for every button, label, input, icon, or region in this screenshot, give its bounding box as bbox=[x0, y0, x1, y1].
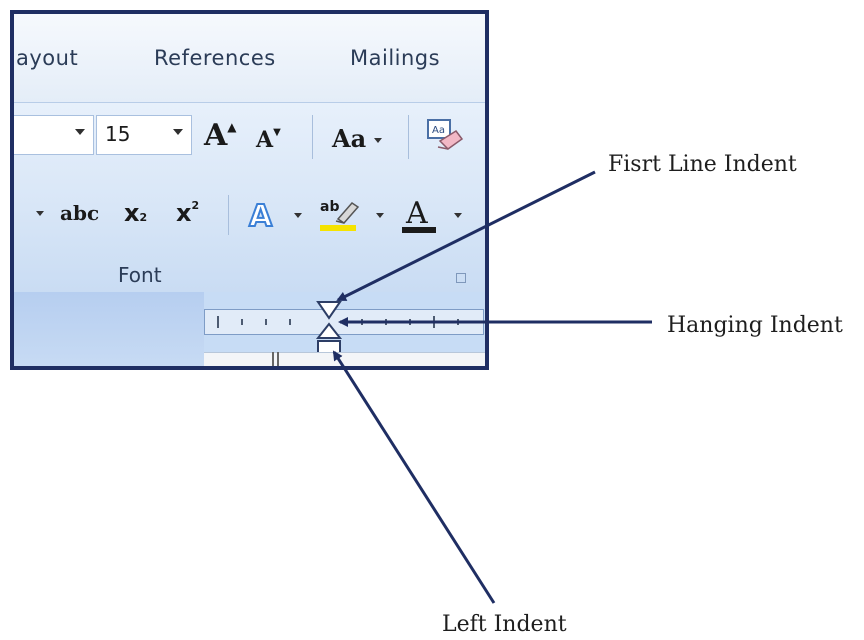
left-indent-label: Left Indent bbox=[442, 612, 567, 637]
hanging-indent-label: Hanging Indent bbox=[667, 313, 843, 338]
first-line-indent-label: Fisrt Line Indent bbox=[608, 152, 797, 177]
left-indent-arrow bbox=[332, 350, 496, 604]
annotated-figure: ayout References Mailings 15 A▲ A▼ Aa Aa… bbox=[0, 0, 864, 640]
first-line-indent-arrow bbox=[336, 170, 596, 302]
